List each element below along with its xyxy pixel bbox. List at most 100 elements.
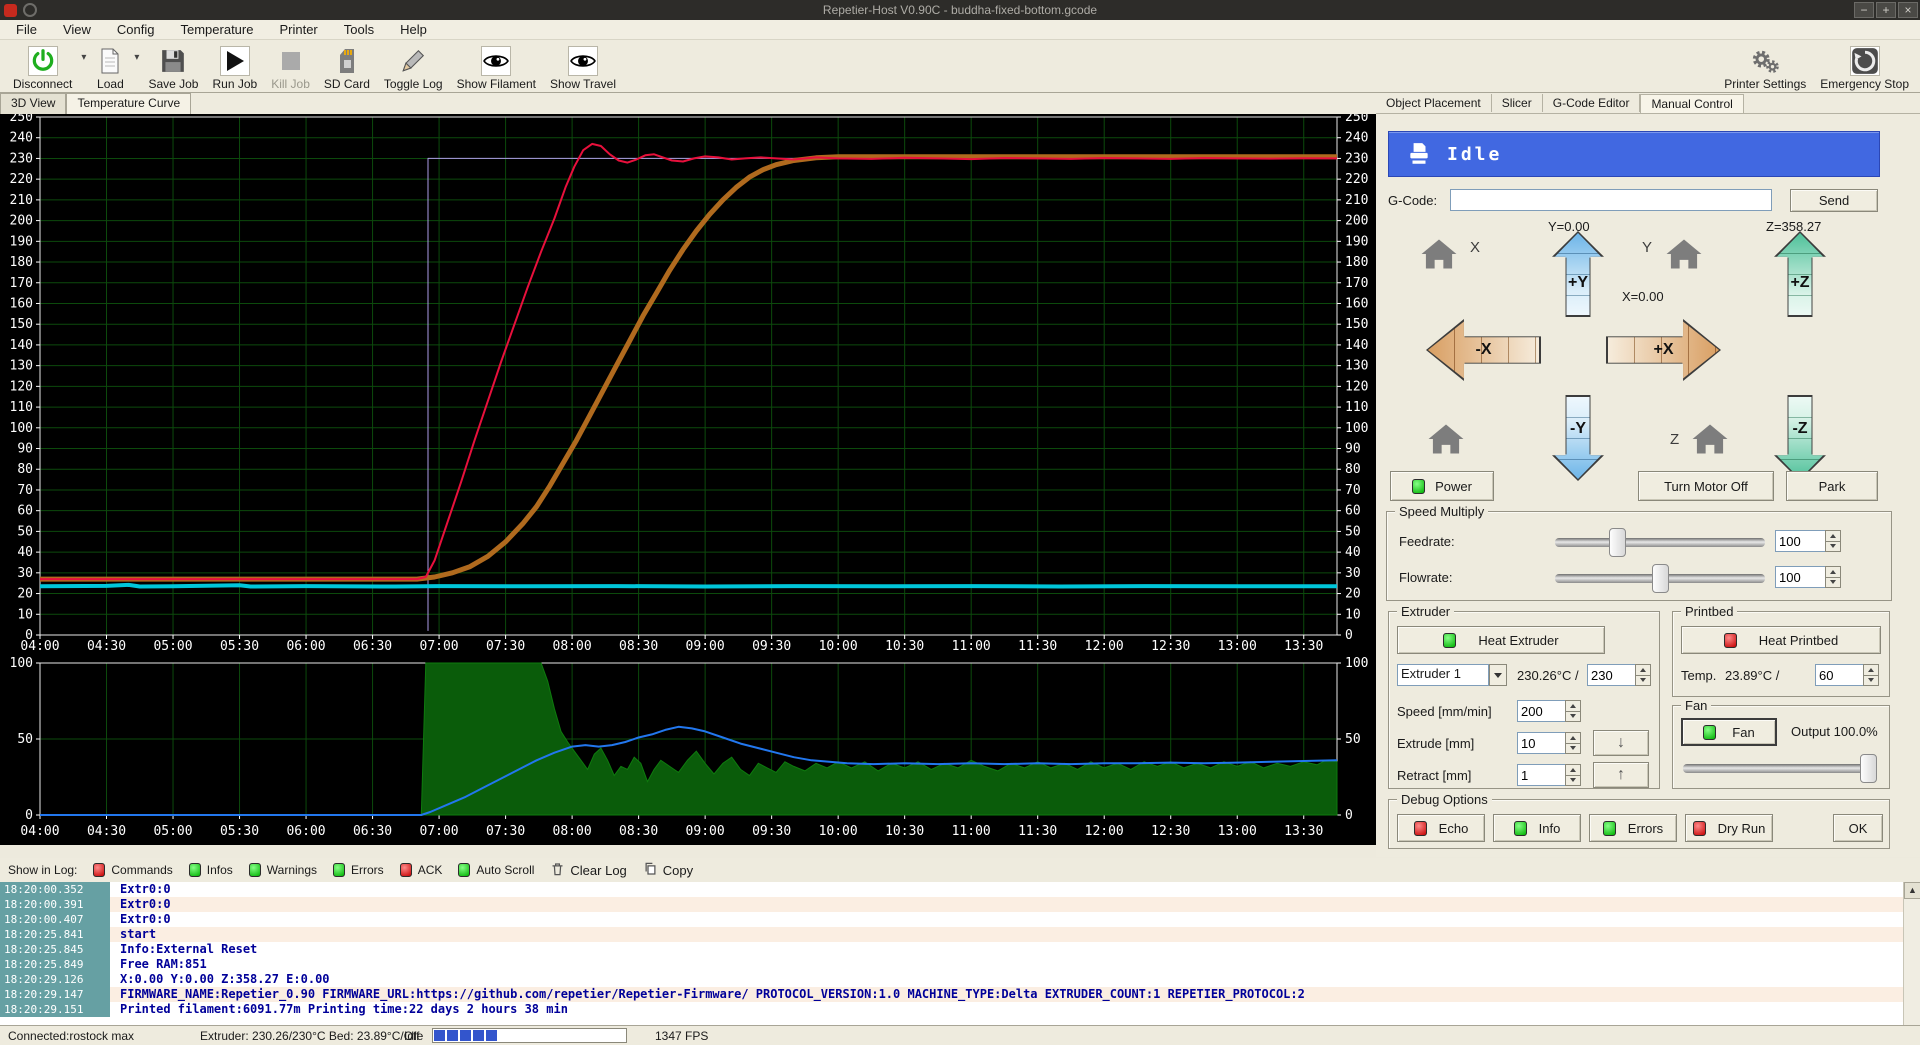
flowrate-slider[interactable] xyxy=(1555,574,1765,583)
log-filter-ack[interactable]: ACK xyxy=(400,863,443,877)
log-filter-commands[interactable]: Commands xyxy=(93,863,172,877)
menu-file[interactable]: File xyxy=(16,22,37,37)
fan-slider[interactable] xyxy=(1683,764,1877,773)
jog-minus-z-button[interactable]: -Z xyxy=(1774,395,1826,481)
feedrate-slider-thumb[interactable] xyxy=(1609,528,1626,557)
toolbar-button-label: Run Job xyxy=(212,77,257,91)
debug-errors-button[interactable]: Errors xyxy=(1589,814,1677,842)
fan-slider-thumb[interactable] xyxy=(1860,754,1877,783)
retract-button[interactable]: ↑ xyxy=(1593,762,1649,788)
load-button[interactable]: Load xyxy=(88,40,132,92)
toggle-log-button[interactable]: Toggle Log xyxy=(377,40,450,92)
home-y-button[interactable] xyxy=(1666,238,1702,270)
heat-extruder-button[interactable]: Heat Extruder xyxy=(1397,626,1605,654)
show-filament-button[interactable]: Show Filament xyxy=(450,40,543,92)
tab-slicer[interactable]: Slicer xyxy=(1492,94,1543,112)
progress-segment xyxy=(447,1030,458,1041)
spin-up-icon[interactable] xyxy=(1825,566,1841,577)
checkbox-led[interactable] xyxy=(249,863,261,877)
minimize-icon[interactable]: − xyxy=(1854,2,1874,18)
x-tick-label: 09:30 xyxy=(752,639,791,654)
menu-tools[interactable]: Tools xyxy=(344,22,374,37)
tab-g-code-editor[interactable]: G-Code Editor xyxy=(1543,94,1641,112)
sd-card-button[interactable]: SD Card xyxy=(317,40,377,92)
menu-help[interactable]: Help xyxy=(400,22,427,37)
load-dropdown-caret-icon[interactable]: ▾ xyxy=(132,40,141,74)
x-tick-label: 10:30 xyxy=(885,824,924,839)
dry-run-led xyxy=(1693,821,1706,836)
jog-minus-y-button[interactable]: -Y xyxy=(1552,395,1604,481)
stop-icon xyxy=(276,46,306,76)
checkbox-led[interactable] xyxy=(333,863,345,877)
menu-temperature[interactable]: Temperature xyxy=(180,22,253,37)
spin-down-icon[interactable] xyxy=(1825,577,1841,589)
toolbar-button-label: Save Job xyxy=(148,77,198,91)
turn-motor-off-button[interactable]: Turn Motor Off xyxy=(1638,471,1774,501)
svg-text:80: 80 xyxy=(1345,462,1361,477)
svg-text:50: 50 xyxy=(1345,524,1361,539)
tab-temperature-curve[interactable]: Temperature Curve xyxy=(66,93,191,114)
run-job-button[interactable]: Run Job xyxy=(205,40,264,92)
jog-plus-z-button[interactable]: +Z xyxy=(1774,231,1826,317)
debug-info-button[interactable]: Info xyxy=(1493,814,1581,842)
log-filter-infos[interactable]: Infos xyxy=(189,863,233,877)
x-tick-label: 13:30 xyxy=(1284,639,1323,654)
copy-icon xyxy=(643,861,658,880)
emergency-stop-button[interactable]: Emergency Stop xyxy=(1813,40,1916,92)
printer-settings-button[interactable]: Printer Settings xyxy=(1717,40,1813,92)
scroll-up-icon[interactable]: ▲ xyxy=(1904,882,1920,899)
ok-button[interactable]: OK xyxy=(1833,814,1883,842)
tab-object-placement[interactable]: Object Placement xyxy=(1376,94,1492,112)
log-scrollbar[interactable]: ▲ xyxy=(1903,882,1920,1025)
home-all-button[interactable] xyxy=(1428,423,1464,455)
svg-text:100: 100 xyxy=(1345,421,1368,436)
maximize-icon[interactable]: + xyxy=(1876,2,1896,18)
debug-dry-run-button[interactable]: Dry Run xyxy=(1685,814,1773,842)
menu-printer[interactable]: Printer xyxy=(279,22,317,37)
spin-down-icon[interactable] xyxy=(1825,541,1841,553)
jog-plus-y-button[interactable]: +Y xyxy=(1552,231,1604,317)
flowrate-slider-thumb[interactable] xyxy=(1652,564,1669,593)
svg-text:130: 130 xyxy=(1345,359,1368,374)
disconnect-button[interactable]: Disconnect xyxy=(6,40,79,92)
feedrate-slider[interactable] xyxy=(1555,538,1765,547)
show-travel-button[interactable]: Show Travel xyxy=(543,40,623,92)
menu-view[interactable]: View xyxy=(63,22,91,37)
log-filter-auto-scroll[interactable]: Auto Scroll xyxy=(458,863,534,877)
jog-minus-x-button[interactable]: -X xyxy=(1426,319,1541,381)
x-tick-label: 09:00 xyxy=(686,824,725,839)
x-tick-label: 05:30 xyxy=(220,824,259,839)
disconnect-dropdown-caret-icon[interactable]: ▾ xyxy=(79,40,88,74)
send-button[interactable]: Send xyxy=(1790,189,1878,212)
home-x-button[interactable] xyxy=(1421,238,1457,270)
copy-button[interactable]: Copy xyxy=(643,861,693,880)
spin-up-icon[interactable] xyxy=(1825,530,1841,541)
chevron-down-icon[interactable] xyxy=(1489,664,1507,686)
save-job-button[interactable]: Save Job xyxy=(141,40,205,92)
x-tick-label: 09:00 xyxy=(686,639,725,654)
extruder-selector[interactable]: Extruder 1 xyxy=(1397,664,1507,686)
pencil-icon xyxy=(398,46,428,76)
checkbox-led[interactable] xyxy=(458,863,470,877)
fan-button[interactable]: Fan xyxy=(1681,718,1777,746)
tab-3d-view[interactable]: 3D View xyxy=(0,93,66,114)
checkbox-led[interactable] xyxy=(189,863,201,877)
close-icon[interactable]: × xyxy=(1898,2,1918,18)
park-button[interactable]: Park xyxy=(1786,471,1878,501)
extrude-button[interactable]: ↓ xyxy=(1593,730,1649,756)
progress-segment xyxy=(460,1030,471,1041)
jog-plus-x-button[interactable]: +X xyxy=(1606,319,1721,381)
debug-echo-button[interactable]: Echo xyxy=(1397,814,1485,842)
checkbox-led[interactable] xyxy=(400,863,412,877)
menu-config[interactable]: Config xyxy=(117,22,155,37)
log-filter-errors[interactable]: Errors xyxy=(333,863,384,877)
home-z-button[interactable] xyxy=(1692,423,1728,455)
heat-printbed-button[interactable]: Heat Printbed xyxy=(1681,626,1881,654)
log-filter-warnings[interactable]: Warnings xyxy=(249,863,317,877)
tab-manual-control[interactable]: Manual Control xyxy=(1640,94,1743,113)
clear-log-button[interactable]: Clear Log xyxy=(550,861,626,880)
power-button[interactable]: Power xyxy=(1390,471,1494,501)
gcode-input[interactable] xyxy=(1450,189,1772,211)
log-timestamp: 18:20:29.151 xyxy=(0,1002,110,1017)
checkbox-led[interactable] xyxy=(93,863,105,877)
